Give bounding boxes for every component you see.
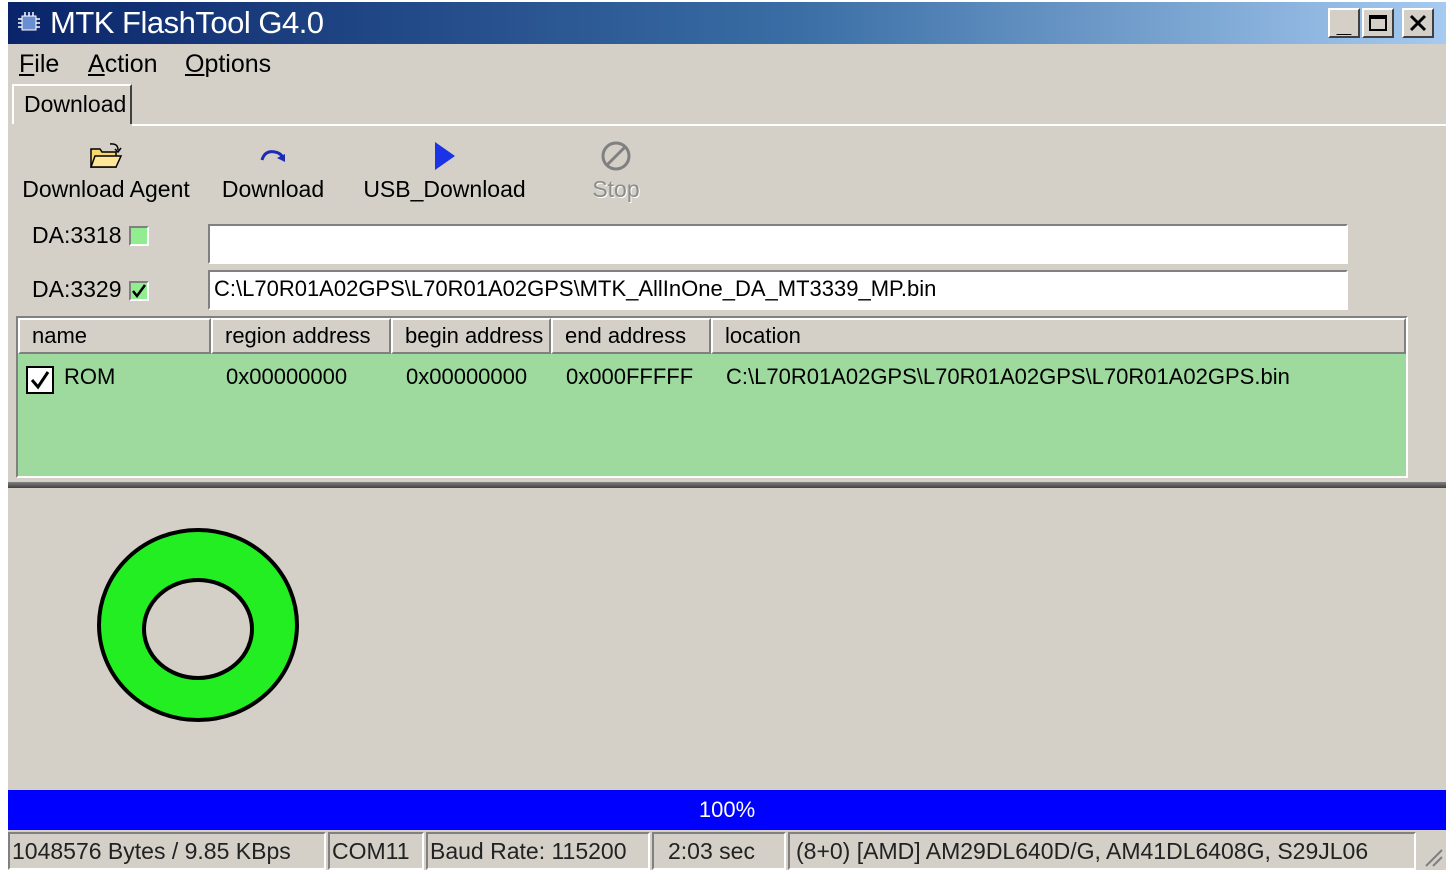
download-label: Download [221, 176, 325, 202]
status-ring-indicator [97, 528, 299, 722]
flashtool-window: MTK FlashTool G4.0 _ File Action Options… [8, 2, 1446, 870]
da-3318-label: DA:3318 [32, 222, 122, 248]
menu-file-label: ile [34, 50, 60, 78]
resize-grip-icon[interactable] [1420, 844, 1444, 868]
status-baud: Baud Rate: 115200 [426, 832, 650, 870]
menu-options-mnemonic: O [185, 50, 205, 78]
row-name[interactable]: ROM [64, 362, 115, 392]
maximize-icon [1369, 15, 1387, 31]
column-header-begin-address[interactable]: begin address [391, 318, 551, 354]
status-time: 2:03 sec [652, 832, 786, 870]
minimize-button[interactable]: _ [1328, 8, 1360, 38]
status-flash-info: (8+0) [AMD] AM29DL640D/G, AM41DL6408G, S… [788, 832, 1416, 870]
da-3318-path-input[interactable] [208, 224, 1348, 264]
close-button[interactable] [1402, 8, 1434, 38]
menu-options-label: ptions [204, 50, 272, 78]
status-port: COM11 [328, 832, 424, 870]
rom-row-checkbox[interactable] [26, 366, 54, 394]
window-title: MTK FlashTool G4.0 [50, 5, 324, 40]
da-3329-label: DA:3329 [32, 276, 122, 302]
checkmark-icon [30, 371, 50, 390]
table-body: ROM 0x00000000 0x00000000 0x000FFFFF C:\… [18, 354, 1406, 476]
progress-label: 100% [698, 797, 756, 822]
menu-action-mnemonic: A [88, 50, 105, 78]
tab-download[interactable]: Download [12, 84, 132, 124]
rom-table: name region address begin address end ad… [16, 316, 1408, 478]
menu-action-label: ction [104, 50, 158, 78]
progress-bar: 100% [8, 790, 1446, 830]
menu-file[interactable]: File [19, 49, 59, 79]
da-3318-checkbox[interactable] [129, 226, 149, 246]
play-icon [434, 142, 455, 170]
maximize-button[interactable] [1362, 8, 1394, 38]
tab-divider [132, 124, 1446, 126]
usb-download-button[interactable]: USB_Download [362, 138, 527, 210]
row-begin-address: 0x00000000 [406, 364, 528, 389]
checkmark-icon [132, 284, 147, 299]
da-3329-path-input[interactable]: C:\L70R01A02GPS\L70R01A02GPS\MTK_AllInOn… [208, 270, 1348, 310]
column-header-location[interactable]: location [711, 318, 1406, 354]
menu-options[interactable]: Options [185, 49, 271, 79]
close-icon [1409, 14, 1427, 32]
minimize-icon: _ [1336, 8, 1352, 38]
app-chip-icon [18, 12, 40, 31]
stop-label: Stop [592, 176, 640, 202]
stop-button[interactable]: Stop [576, 138, 656, 210]
column-header-end-address[interactable]: end address [551, 318, 711, 354]
panel-splitter[interactable] [8, 482, 1446, 488]
download-button[interactable]: Download [213, 138, 333, 210]
menu-bar: File Action Options [8, 46, 1446, 82]
title-bar[interactable]: MTK FlashTool G4.0 _ [8, 2, 1446, 44]
column-header-region-address[interactable]: region address [211, 318, 391, 354]
row-end-address: 0x000FFFFF [566, 364, 694, 389]
row-region-address: 0x00000000 [226, 364, 348, 389]
row-location[interactable]: C:\L70R01A02GPS\L70R01A02GPS\L70R01A02GP… [726, 362, 1290, 392]
column-header-name[interactable]: name [18, 318, 211, 354]
download-agent-label: Download Agent [22, 176, 190, 202]
menu-file-mnemonic: F [19, 50, 35, 78]
stop-icon [601, 141, 631, 171]
usb-download-label: USB_Download [363, 176, 526, 202]
da-3329-checkbox[interactable] [129, 281, 149, 301]
download-agent-button[interactable]: Download Agent [16, 138, 196, 210]
open-folder-icon [89, 143, 123, 168]
menu-action[interactable]: Action [88, 49, 158, 79]
redo-arrow-icon [260, 150, 285, 162]
status-bytes: 1048576 Bytes / 9.85 KBps [8, 832, 326, 870]
